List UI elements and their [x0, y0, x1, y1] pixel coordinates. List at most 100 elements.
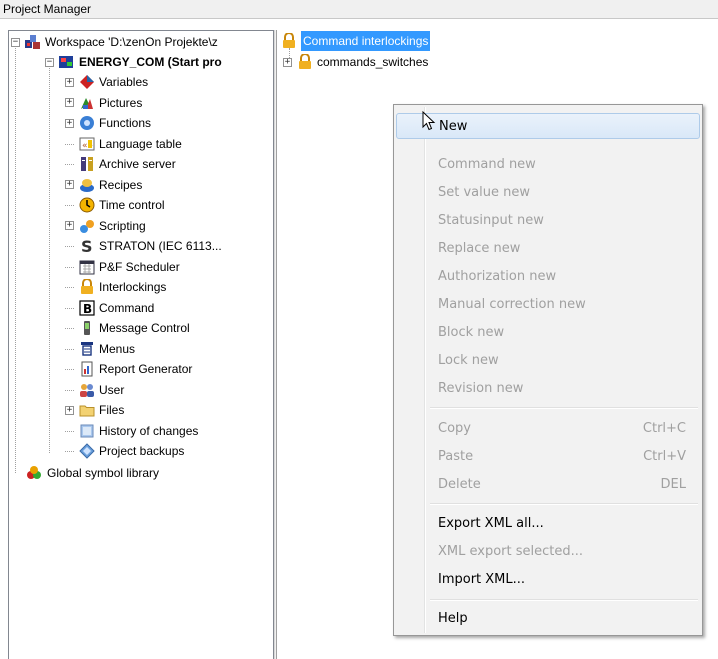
menu-item-paste[interactable]: Paste Ctrl+V — [396, 444, 700, 470]
tree-item-interlockings[interactable]: Interlockings — [65, 277, 166, 297]
expand-icon[interactable]: + — [65, 180, 74, 189]
menu-item-delete[interactable]: Delete DEL — [396, 472, 700, 498]
tree-item-pictures[interactable]: + Pictures — [65, 93, 142, 113]
tree-item-label: Recipes — [99, 177, 143, 192]
menu-item-statusinput-new[interactable]: Statusinput new — [396, 208, 700, 234]
expand-icon[interactable]: + — [65, 77, 74, 87]
tree-item-straton-iec-6113[interactable]: S STRATON (IEC 6113... — [65, 236, 222, 256]
tree-connector — [65, 348, 74, 350]
tree-item-variables[interactable]: + Variables — [65, 72, 148, 92]
tree-item-label: Files — [99, 403, 125, 417]
command-icon: B — [78, 299, 95, 316]
tree-connector — [65, 205, 74, 206]
expand-icon[interactable]: + — [65, 405, 74, 415]
scheduler-icon — [78, 258, 95, 275]
pictures-icon — [78, 94, 95, 111]
tree-item-time-control[interactable]: Time control — [65, 195, 165, 215]
tree-item-user[interactable]: User — [65, 380, 124, 400]
tree-item-label: Functions — [99, 116, 152, 130]
workspace-label: Workspace 'D:\zenOn Projekte\z — [45, 35, 218, 49]
menu-item-xml-export-selected[interactable]: XML export selected... — [396, 539, 700, 565]
collapse-icon[interactable]: − — [11, 37, 20, 47]
tree-item-recipes[interactable]: + Recipes — [65, 175, 142, 195]
tree-item-label: Menus — [99, 341, 136, 356]
menu-item-shortcut: Ctrl+V — [643, 449, 686, 464]
expand-icon[interactable]: + — [283, 57, 292, 67]
detail-root-item[interactable]: Command interlockings — [280, 31, 431, 51]
interlockings-icon — [280, 33, 297, 50]
message-control-icon — [78, 320, 95, 337]
tree-item-files[interactable]: + Files — [65, 400, 124, 420]
language-table-icon: «» — [78, 135, 95, 152]
tree-item-project-backups[interactable]: Project backups — [65, 441, 184, 461]
menu-item-import-xml[interactable]: Import XML... — [396, 567, 700, 593]
expand-icon[interactable]: + — [65, 221, 74, 230]
tree-connector — [65, 287, 74, 288]
menu-item-label: Paste — [438, 449, 474, 464]
expand-icon[interactable]: + — [65, 98, 74, 107]
project-label: ENERGY_COM (Start pro — [79, 55, 222, 69]
backup-icon — [78, 443, 95, 460]
tree-item-menus[interactable]: Menus — [65, 339, 135, 359]
tree-item-history-of-changes[interactable]: History of changes — [65, 421, 198, 441]
tree-item-message-control[interactable]: Message Control — [65, 318, 190, 338]
menu-item-shortcut: Ctrl+C — [642, 421, 686, 436]
menu-item-label: Statusinput new — [438, 213, 544, 228]
tree-item-command[interactable]: B Command — [65, 298, 154, 318]
menu-item-label: Command new — [438, 157, 536, 172]
functions-icon — [78, 115, 95, 132]
menu-item-label: Manual correction new — [438, 297, 586, 312]
tree-connector — [65, 369, 74, 370]
tree-item-label: Project backups — [99, 444, 185, 458]
svg-text:B: B — [83, 302, 92, 316]
menu-item-authorization-new[interactable]: Authorization new — [396, 264, 700, 290]
tree-item-project[interactable]: − ENERGY_COM (Start pro — [45, 52, 222, 72]
menu-item-command-new[interactable]: Command new — [396, 152, 700, 178]
tree-item-language-table[interactable]: «» Language table — [65, 134, 182, 154]
tree-connector — [65, 266, 74, 268]
history-icon — [78, 422, 95, 439]
tree-item-label: Pictures — [99, 95, 143, 110]
tree-item-p-f-scheduler[interactable]: P&F Scheduler — [65, 257, 180, 277]
menu-item-lock-new[interactable]: Lock new — [396, 348, 700, 374]
interlockings-icon — [296, 54, 313, 71]
report-generator-icon — [78, 361, 95, 378]
menu-item-revision-new[interactable]: Revision new — [396, 376, 700, 402]
tree-connector — [65, 328, 74, 329]
menu-item-set-value-new[interactable]: Set value new — [396, 180, 700, 206]
menu-item-replace-new[interactable]: Replace new — [396, 236, 700, 262]
tree-item-scripting[interactable]: + Scripting — [65, 216, 146, 236]
tree-item-report-generator[interactable]: Report Generator — [65, 359, 192, 379]
menu-item-block-new[interactable]: Block new — [396, 320, 700, 346]
menu-separator — [430, 503, 698, 505]
straton-icon: S — [78, 238, 95, 255]
collapse-icon[interactable]: − — [45, 57, 54, 67]
menu-item-label: Replace new — [438, 241, 521, 256]
tree-item-archive-server[interactable]: Archive server — [65, 154, 176, 174]
menu-separator — [430, 599, 698, 601]
detail-root-label: Command interlockings — [301, 31, 431, 51]
menu-item-manual-correction-new[interactable]: Manual correction new — [396, 292, 700, 318]
user-icon — [78, 381, 95, 398]
project-icon — [58, 54, 75, 71]
menu-item-label: New — [439, 119, 468, 134]
menu-item-label: Block new — [438, 325, 505, 340]
tree-item-functions[interactable]: + Functions — [65, 113, 151, 133]
menus-icon — [78, 340, 95, 357]
menu-item-new[interactable]: New — [396, 113, 700, 139]
variables-icon — [78, 74, 95, 91]
menu-item-help[interactable]: Help — [396, 606, 700, 632]
menu-item-copy[interactable]: Copy Ctrl+C — [396, 416, 700, 442]
context-menu: New Command new Set value new Statusinpu… — [393, 104, 703, 636]
menu-item-export-xml-all[interactable]: Export XML all... — [396, 511, 700, 537]
tree-item-workspace[interactable]: − Workspace 'D:\zenOn Projekte\z — [11, 32, 218, 52]
expand-icon[interactable]: + — [65, 118, 74, 128]
tree-item-label: Variables — [99, 75, 149, 89]
tree-line — [15, 43, 16, 473]
tree-connector — [65, 430, 74, 432]
tree-item-label: Time control — [99, 198, 165, 212]
menu-item-label: Help — [438, 611, 468, 626]
detail-child-item[interactable]: + commands_switches — [283, 52, 428, 72]
tree-item-global-symbol-library[interactable]: Global symbol library — [26, 463, 159, 483]
project-tree[interactable]: − Workspace 'D:\zenOn Projekte\z − ENERG… — [8, 30, 274, 659]
